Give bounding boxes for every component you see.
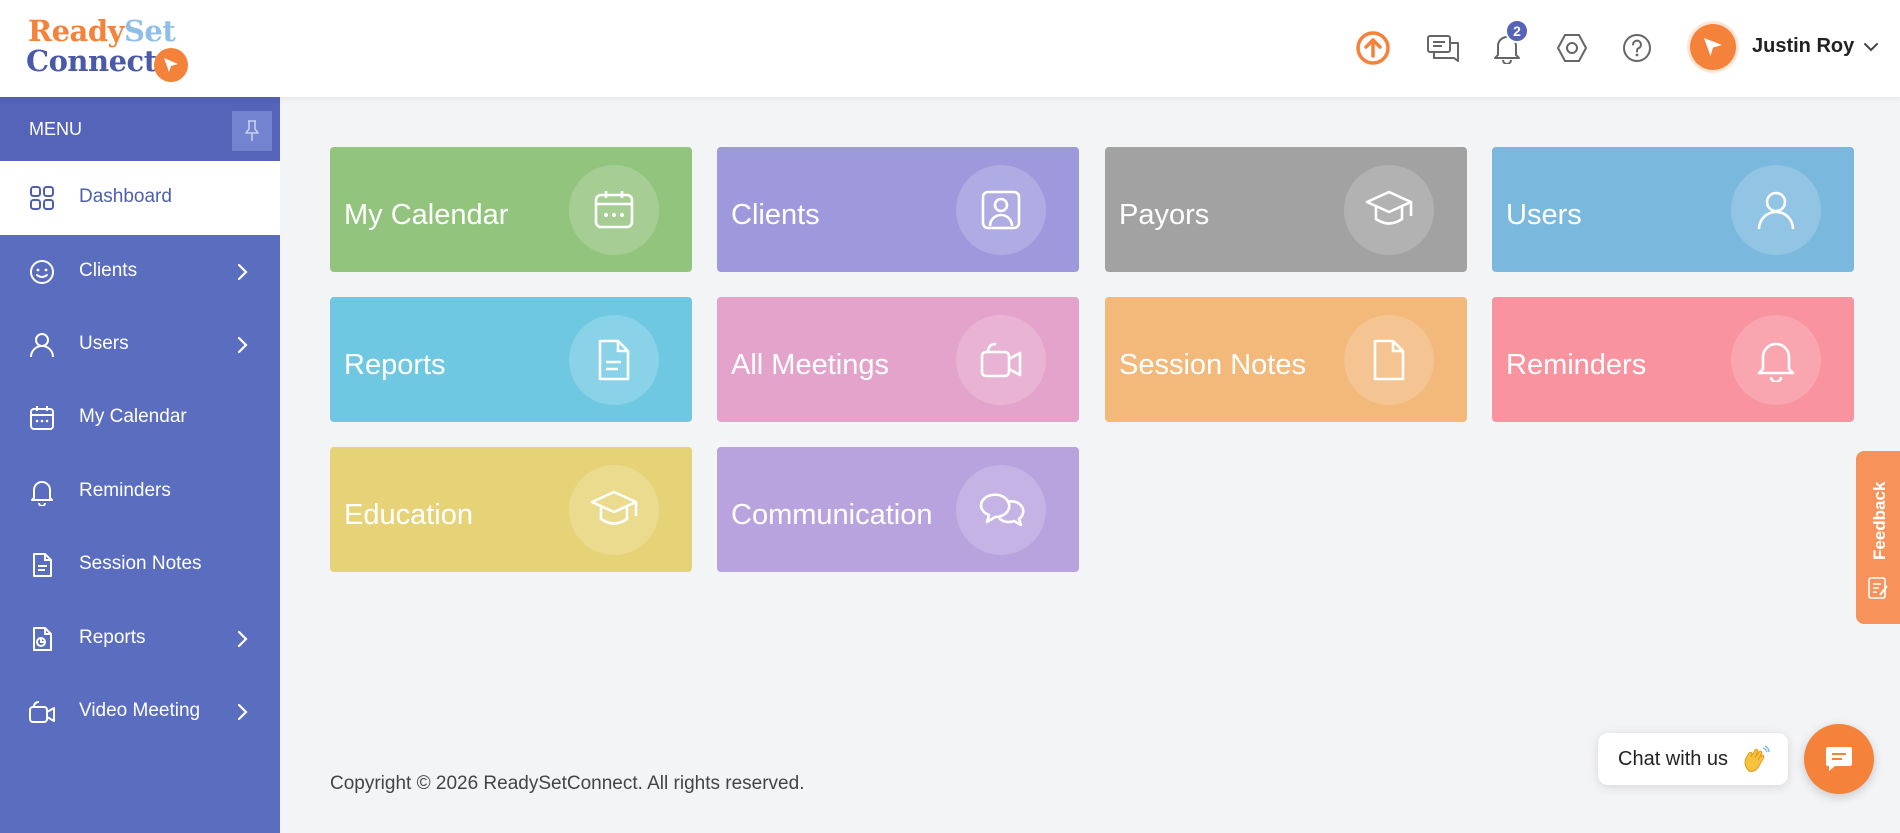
logo-set: Set [123, 14, 176, 48]
tile-session-notes[interactable]: Session Notes [1105, 297, 1467, 422]
sidebar-item-my-calendar[interactable]: My Calendar [0, 381, 280, 455]
sidebar-item-clients[interactable]: Clients [0, 235, 280, 309]
user-avatar[interactable] [1690, 24, 1736, 70]
file-icon [1344, 315, 1434, 405]
sidebar-item-label: Video Meeting [79, 700, 201, 721]
settings-hexagon-icon[interactable] [1553, 29, 1591, 67]
messages-icon[interactable] [1424, 29, 1462, 67]
sidebar: MENU Dashboard Clients Users My Calendar [0, 97, 280, 833]
video-icon [28, 698, 56, 726]
cursor-logo-icon [154, 48, 188, 82]
upgrade-icon[interactable] [1354, 29, 1392, 67]
sidebar-item-label: Clients [79, 260, 138, 281]
document-icon [569, 315, 659, 405]
chat-bubbles-icon [956, 465, 1046, 555]
feedback-icon [1867, 575, 1889, 606]
chevron-right-icon [236, 629, 250, 654]
calendar-icon [569, 165, 659, 255]
tile-label: Clients [731, 199, 820, 231]
sidebar-item-label: Dashboard [79, 186, 172, 207]
sidebar-item-label: Reminders [79, 480, 171, 501]
chat-bubble-icon [1826, 747, 1852, 771]
tile-label: My Calendar [344, 199, 509, 231]
logo-connect: Connect [26, 44, 157, 78]
bell-icon [1731, 315, 1821, 405]
readysetconnect-logo[interactable]: ReadySet Connect [26, 14, 196, 82]
tile-label: Users [1506, 199, 1582, 231]
sidebar-item-label: Users [79, 333, 129, 354]
copyright-text: Copyright © 2026 ReadySetConnect. All ri… [330, 773, 805, 794]
tile-label: Reminders [1506, 349, 1647, 381]
tile-label: Payors [1119, 199, 1210, 231]
tile-all-meetings[interactable]: All Meetings [717, 297, 1079, 422]
graduation-cap-icon [569, 465, 659, 555]
tile-label: Education [344, 499, 473, 531]
tile-payors[interactable]: Payors [1105, 147, 1467, 272]
chevron-right-icon [236, 335, 250, 360]
sidebar-item-reminders[interactable]: Reminders [0, 455, 280, 529]
tile-reminders[interactable]: Reminders [1492, 297, 1854, 422]
sidebar-item-video-meeting[interactable]: Video Meeting [0, 675, 280, 749]
menu-title: MENU [29, 119, 82, 139]
user-icon [1731, 165, 1821, 255]
sidebar-item-label: My Calendar [79, 406, 187, 427]
menu-header: MENU [0, 97, 280, 161]
tile-users[interactable]: Users [1492, 147, 1854, 272]
calendar-icon [28, 404, 56, 432]
chat-label: Chat with us [1618, 748, 1729, 770]
tile-label: All Meetings [731, 349, 889, 381]
chevron-down-icon[interactable] [1862, 38, 1880, 61]
chat-launcher-button[interactable] [1804, 724, 1874, 794]
notification-count-badge: 2 [1505, 19, 1529, 43]
tile-label: Communication [731, 499, 933, 531]
sidebar-item-users[interactable]: Users [0, 308, 280, 382]
sidebar-item-session-notes[interactable]: Session Notes [0, 528, 280, 602]
tile-education[interactable]: Education [330, 447, 692, 572]
sidebar-item-label: Reports [79, 627, 146, 648]
grid-icon [28, 184, 56, 212]
user-icon [28, 331, 56, 359]
smile-icon [28, 258, 56, 286]
waving-hand-icon [1740, 745, 1770, 780]
tile-clients[interactable]: Clients [717, 147, 1079, 272]
help-icon[interactable] [1618, 29, 1656, 67]
chevron-right-icon [236, 702, 250, 727]
contact-icon [956, 165, 1046, 255]
report-icon [28, 625, 56, 653]
pin-icon[interactable] [232, 111, 272, 151]
sidebar-item-reports[interactable]: Reports [0, 602, 280, 676]
tile-reports[interactable]: Reports [330, 297, 692, 422]
tile-communication[interactable]: Communication [717, 447, 1079, 572]
document-icon [28, 551, 56, 579]
top-header: ReadySet Connect 2 Justin Roy [0, 0, 1900, 97]
tile-label: Reports [344, 349, 446, 381]
sidebar-item-dashboard[interactable]: Dashboard [0, 161, 280, 235]
video-icon [956, 315, 1046, 405]
feedback-tab[interactable]: Feedback [1856, 451, 1900, 624]
tile-label: Session Notes [1119, 349, 1306, 381]
logo-ready: Ready [28, 14, 124, 48]
graduation-cap-icon [1344, 165, 1434, 255]
user-name[interactable]: Justin Roy [1752, 35, 1854, 58]
tile-my-calendar[interactable]: My Calendar [330, 147, 692, 272]
bell-icon [28, 478, 56, 507]
chat-with-us-pill[interactable]: Chat with us [1598, 733, 1788, 785]
chevron-right-icon [236, 262, 250, 287]
feedback-label: Feedback [1870, 481, 1889, 561]
sidebar-item-label: Session Notes [79, 553, 202, 574]
